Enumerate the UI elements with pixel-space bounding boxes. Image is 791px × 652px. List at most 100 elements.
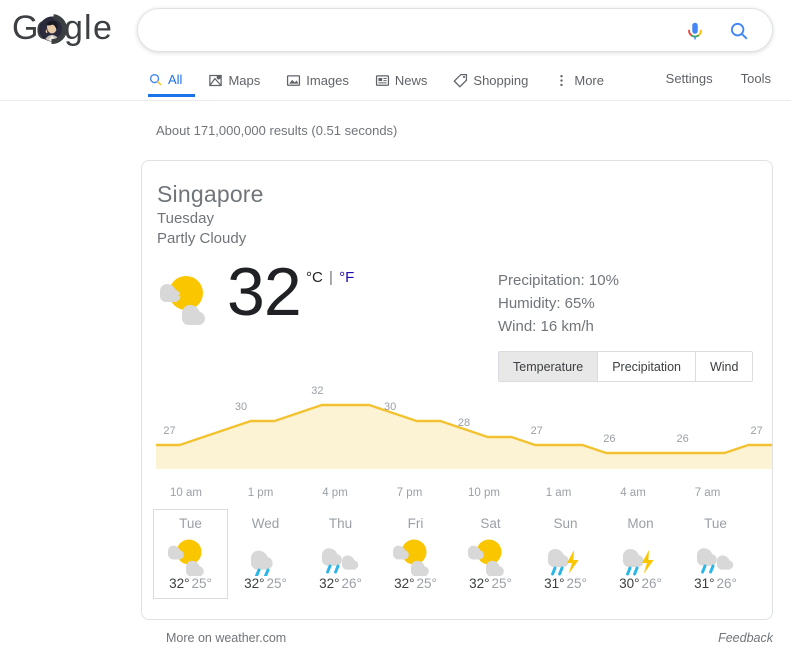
forecast-day-wed-1[interactable]: Wed 32° 25° — [228, 509, 303, 599]
metric-tab-precipitation[interactable]: Precipitation — [598, 352, 696, 381]
rain-cloud-icon — [690, 536, 742, 576]
forecast-high: 31° — [694, 576, 715, 591]
nav-tab-all[interactable]: All — [148, 64, 196, 97]
chart-point-label: 26 — [603, 433, 616, 445]
forecast-day-name: Fri — [407, 516, 424, 531]
chart-x-tick-label: 4 am — [620, 487, 646, 499]
forecast-day-tue-0[interactable]: Tue 32° 25° — [153, 509, 228, 599]
forecast-temps: 31° 25° — [529, 576, 602, 591]
svg-text:e: e — [93, 10, 112, 47]
weather-card: Singapore Tuesday Partly Cloudy 32 °C | … — [141, 160, 773, 620]
precipitation-value: Precipitation: 10% — [498, 272, 619, 289]
tag-icon — [453, 73, 468, 88]
metric-tab-wind[interactable]: Wind — [695, 352, 753, 381]
forecast-low: 26° — [716, 576, 737, 591]
nav-tab-images[interactable]: Images — [273, 64, 362, 97]
forecast-day-name: Tue — [179, 516, 202, 531]
search-nav-tabs: All Maps Images News Shopping More Setti… — [0, 64, 791, 101]
partly-cloudy-icon — [165, 536, 217, 577]
forecast-temps: 31° 26° — [679, 576, 752, 591]
chart-point-label: 30 — [383, 401, 397, 413]
forecast-day-mon-6[interactable]: Mon 30° 26° — [603, 509, 678, 599]
more-on-weather-link[interactable]: More on weather.com — [166, 631, 286, 645]
forecast-low: 25° — [266, 576, 287, 591]
nav-tab-maps[interactable]: Maps — [195, 64, 273, 97]
forecast-low: 25° — [491, 576, 512, 591]
map-pin-icon — [208, 73, 223, 88]
forecast-low: 25° — [416, 576, 437, 591]
svg-text:l: l — [84, 10, 92, 47]
forecast-temps: 30° 26° — [604, 576, 677, 591]
partly-cloudy-icon — [465, 536, 517, 577]
chart-x-tick-label: 7 pm — [396, 487, 423, 499]
weather-condition: Partly Cloudy — [157, 230, 247, 247]
chart-point-label: 26 — [676, 433, 689, 445]
chart-point-label: 28 — [457, 417, 471, 429]
forecast-low: 25° — [566, 576, 587, 591]
nav-tab-more[interactable]: More — [541, 64, 617, 97]
forecast-temps: 32° 25° — [229, 576, 302, 591]
nav-tab-label: Images — [306, 73, 349, 88]
search-icon[interactable] — [728, 20, 750, 42]
nav-tab-label: All — [168, 71, 183, 87]
chart-point-label: 30 — [234, 401, 248, 413]
rain-cloud-icon — [315, 536, 367, 576]
nav-right-links: Settings Tools — [666, 71, 771, 86]
metric-tab-temperature[interactable]: Temperature — [499, 352, 599, 381]
nav-tab-news[interactable]: News — [362, 64, 441, 97]
google-doodle-logo[interactable]: G o g l e — [12, 10, 114, 48]
forecast-day-name: Sat — [480, 516, 501, 531]
metric-tab-group: Temperature Precipitation Wind — [498, 351, 754, 382]
forecast-day-name: Thu — [328, 516, 353, 531]
svg-text:g: g — [64, 10, 83, 47]
page-header: G o g l e — [0, 0, 791, 64]
weather-day: Tuesday — [157, 210, 214, 227]
forecast-temps: 32° 25° — [454, 576, 527, 591]
forecast-temps: 32° 25° — [379, 576, 452, 591]
weather-details: Precipitation: 10% Humidity: 65% Wind: 1… — [498, 269, 619, 338]
forecast-day-fri-3[interactable]: Fri 32° 25° — [378, 509, 453, 599]
news-icon — [375, 73, 390, 88]
chart-point-label: 32 — [311, 385, 324, 397]
forecast-low: 25° — [191, 576, 212, 591]
tools-link[interactable]: Tools — [741, 71, 771, 86]
nav-tab-label: Shopping — [473, 73, 529, 88]
result-stats: About 171,000,000 results (0.51 seconds) — [156, 123, 398, 138]
forecast-day-sun-5[interactable]: Sun 31° 25° — [528, 509, 603, 599]
chart-x-tick-label: 10 am — [170, 487, 202, 499]
forecast-high: 32° — [169, 576, 190, 591]
forecast-day-thu-2[interactable]: Thu 32° 26° — [303, 509, 378, 599]
forecast-high: 30° — [619, 576, 640, 591]
unit-celsius[interactable]: °C — [306, 269, 323, 286]
forecast-low: 26° — [341, 576, 362, 591]
forecast-temps: 32° 26° — [304, 576, 377, 591]
more-vertical-icon — [554, 73, 569, 88]
feedback-link[interactable]: Feedback — [718, 631, 773, 645]
nav-tab-label: News — [394, 73, 428, 88]
microphone-icon[interactable] — [684, 20, 706, 42]
image-icon — [286, 73, 301, 88]
thunderstorm-icon — [540, 536, 592, 576]
unit-fahrenheit[interactable]: °F — [339, 269, 354, 286]
forecast-high: 32° — [319, 576, 340, 591]
forecast-day-name: Sun — [553, 516, 578, 531]
forecast-high: 31° — [544, 576, 565, 591]
chart-x-tick-label: 7 am — [694, 487, 721, 499]
daily-forecast-row: Tue 32° 25° Wed 32° 25° Thu 32° 26° Fri 32° 25° Sat 3… — [153, 509, 763, 599]
forecast-day-tue-7[interactable]: Tue 31° 26° — [678, 509, 753, 599]
nav-tab-shopping[interactable]: Shopping — [440, 64, 541, 97]
settings-link[interactable]: Settings — [666, 71, 713, 86]
temperature-chart[interactable]: 27 30 32 30 28 27 26 26 27 10 am 1 pm 4 pm 7 pm 10 pm… — [156, 383, 772, 503]
forecast-day-sat-4[interactable]: Sat 32° 25° — [453, 509, 528, 599]
search-bar[interactable] — [137, 8, 791, 53]
chart-point-label: 27 — [530, 425, 543, 437]
weather-city: Singapore — [157, 181, 264, 207]
forecast-day-name: Mon — [627, 516, 654, 531]
humidity-value: Humidity: 65% — [498, 295, 595, 312]
chart-x-tick-label: 4 pm — [322, 487, 348, 499]
unit-toggle[interactable]: °C | °F — [306, 269, 354, 286]
nav-tab-list: All Maps Images News Shopping More — [148, 64, 617, 100]
search-icon — [148, 72, 163, 87]
chart-x-tick-label: 10 pm — [468, 487, 500, 499]
svg-text:G: G — [12, 10, 38, 47]
